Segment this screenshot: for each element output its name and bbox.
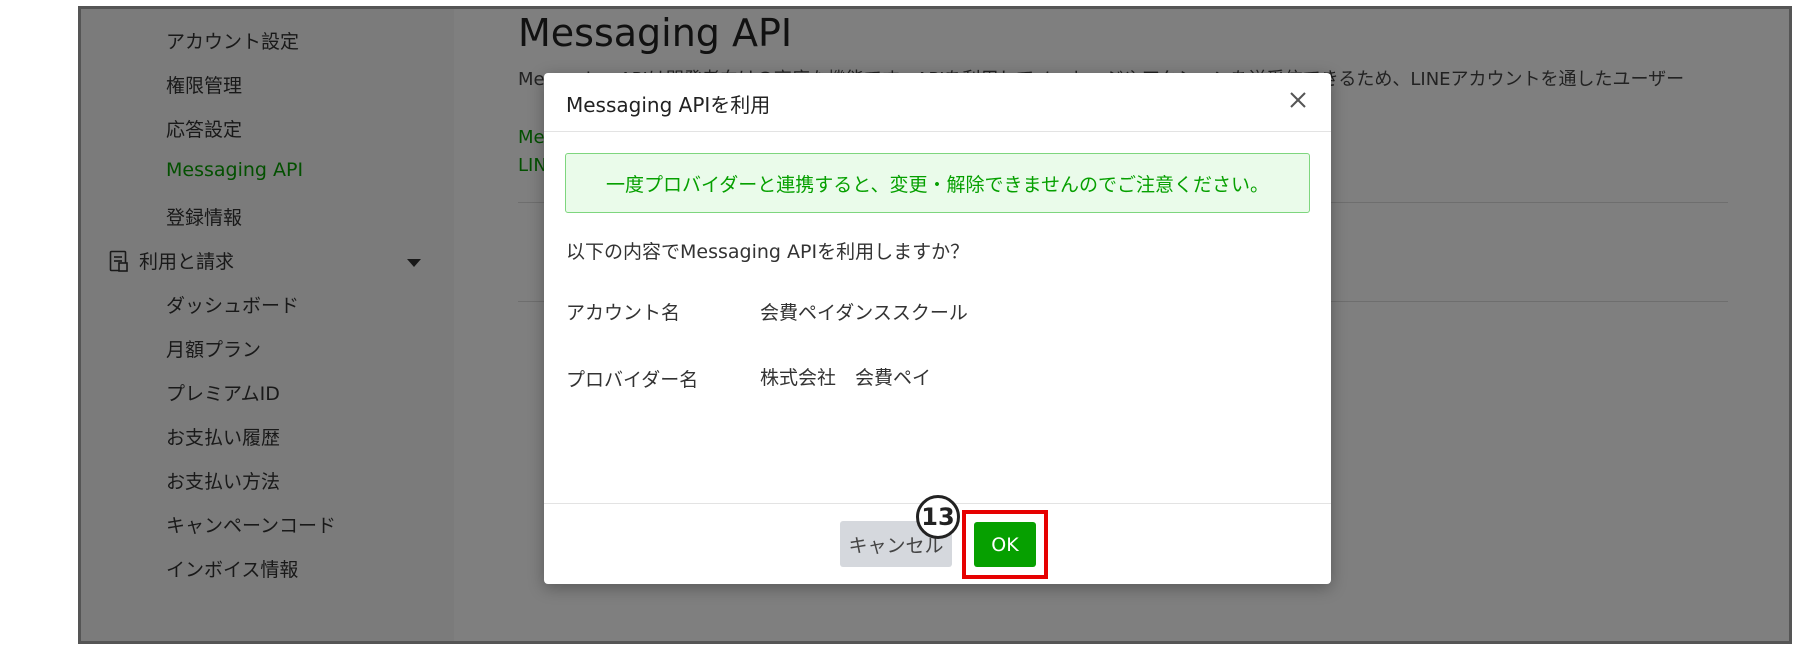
step-number-badge: 13: [916, 495, 960, 539]
account-name-label: アカウント名: [566, 302, 681, 324]
dialog-footer: キャンセル 13 OK: [544, 495, 1331, 584]
provider-name-label: プロバイダー名: [566, 369, 699, 391]
account-name-value: 会費ペイダンススクール: [760, 302, 968, 324]
dialog-header: Messaging APIを利用: [544, 73, 1331, 132]
provider-name-value: 株式会社 会費ペイ: [760, 367, 932, 389]
warning-alert-text: 一度プロバイダーと連携すると、変更・解除できませんのでご注意ください。: [606, 173, 1269, 196]
close-icon[interactable]: [1283, 85, 1313, 115]
ok-button[interactable]: OK: [974, 522, 1036, 567]
warning-alert: 一度プロバイダーと連携すると、変更・解除できませんのでご注意ください。: [565, 153, 1310, 213]
use-messaging-api-dialog: Messaging APIを利用 一度プロバイダーと連携すると、変更・解除できま…: [544, 73, 1331, 584]
dialog-title: Messaging APIを利用: [566, 93, 771, 117]
confirm-question: 以下の内容でMessaging APIを利用しますか？: [566, 241, 970, 263]
ok-button-highlight: OK: [962, 510, 1048, 579]
